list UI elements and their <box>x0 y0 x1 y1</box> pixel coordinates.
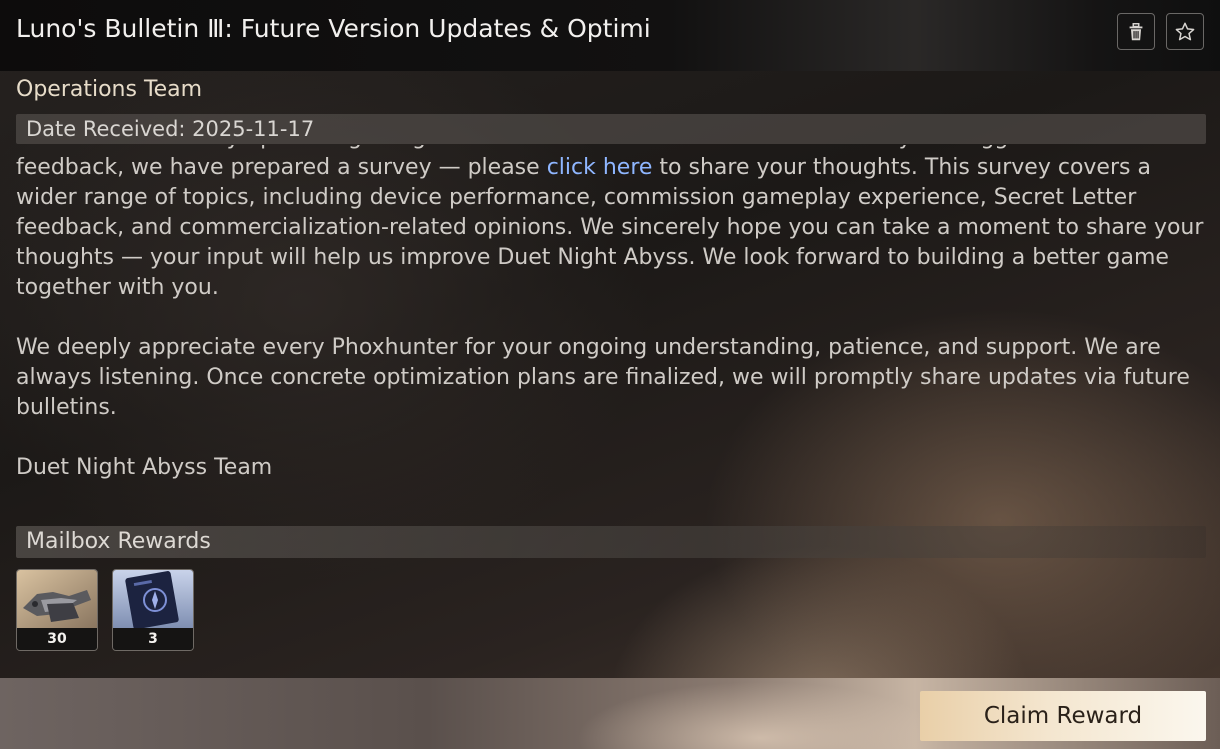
body-paragraph: We deeply appreciate every Phoxhunter fo… <box>16 335 1190 420</box>
mail-title: Luno's Bulletin Ⅲ: Future Version Update… <box>16 14 651 43</box>
date-received: Date Received: 2025-11-17 <box>16 114 1206 144</box>
claim-reward-button[interactable]: Claim Reward <box>920 691 1206 741</box>
reward-quantity: 30 <box>17 628 97 650</box>
mail-header: Luno's Bulletin Ⅲ: Future Version Update… <box>0 0 1220 71</box>
signature: Duet Night Abyss Team <box>16 455 273 480</box>
delete-button[interactable] <box>1117 13 1155 50</box>
ticket-card-icon <box>113 570 193 628</box>
star-icon <box>1175 22 1195 40</box>
reward-item[interactable]: 30 <box>16 569 98 651</box>
survey-link[interactable]: click here <box>547 155 653 180</box>
body-paragraph: We are continuously optimizing the globa… <box>16 145 1208 303</box>
rewards-header: Mailbox Rewards <box>16 526 1206 558</box>
favorite-button[interactable] <box>1166 13 1204 50</box>
reward-quantity: 3 <box>113 628 193 650</box>
mail-body: We are continuously optimizing the globa… <box>16 145 1208 483</box>
reward-item[interactable]: 3 <box>112 569 194 651</box>
trash-icon <box>1129 22 1143 40</box>
gear-material-icon <box>17 570 97 628</box>
sender-name: Operations Team <box>16 77 203 102</box>
mail-body-scroll[interactable]: We are continuously optimizing the globa… <box>16 145 1208 515</box>
